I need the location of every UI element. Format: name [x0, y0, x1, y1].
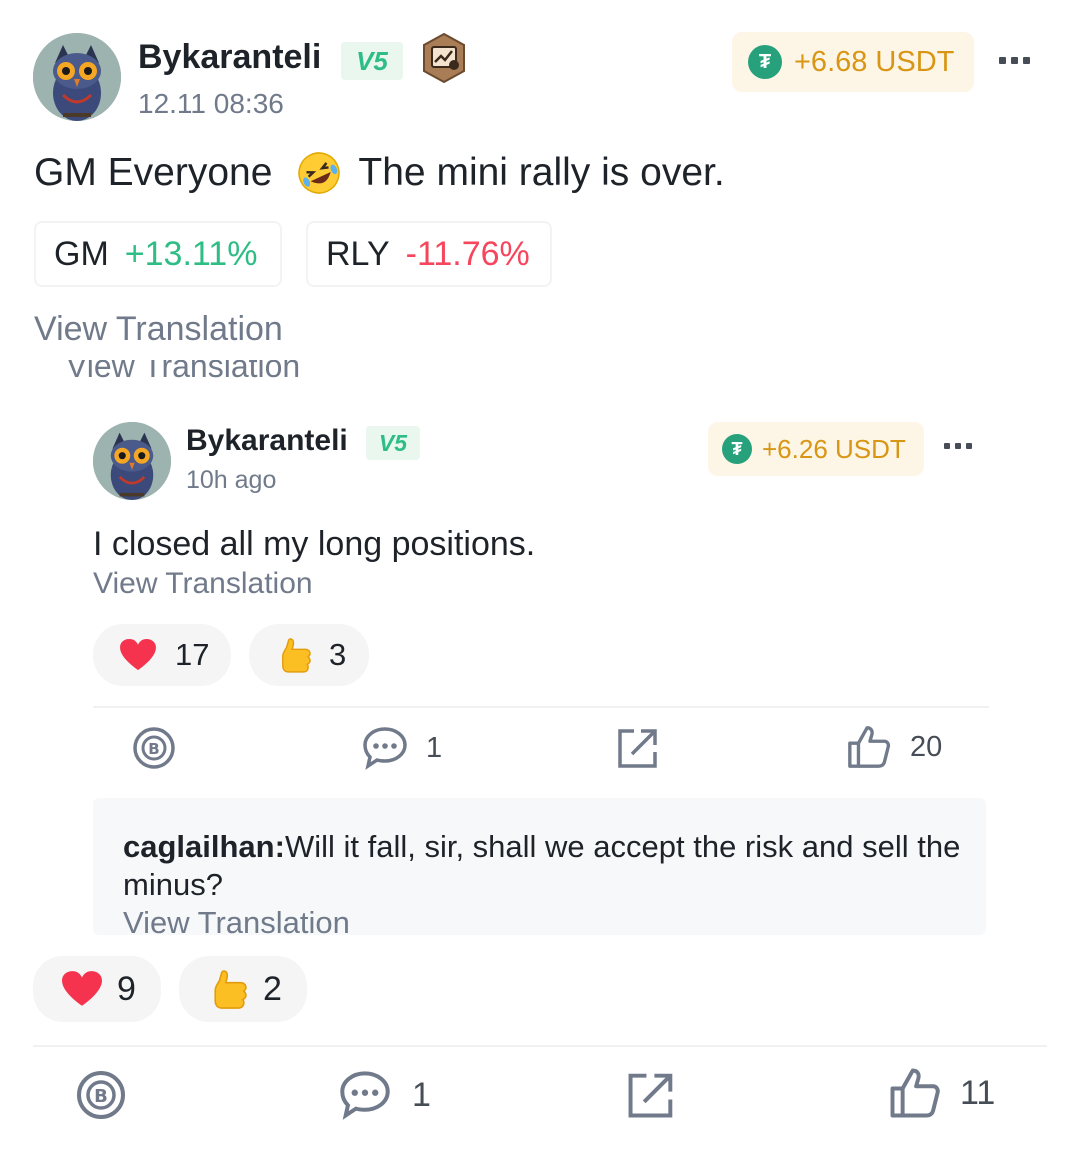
quoted-level-badge: V5: [366, 426, 420, 460]
quoted-view-translation-link[interactable]: View Translation: [93, 567, 313, 601]
author-avatar[interactable]: [33, 33, 121, 121]
quoted-thumbs-count: 3: [329, 637, 347, 672]
tip-amount: +6.68 USDT: [794, 45, 955, 78]
ticker-change: -11.76%: [405, 234, 530, 273]
view-translation-link[interactable]: View Translation: [34, 310, 283, 349]
quoted-divider: [93, 706, 989, 708]
ticker-chip-gm[interactable]: GM +13.11%: [34, 221, 282, 287]
quoted-tip-amount: +6.26 USDT: [762, 433, 906, 464]
post-text: GM Everyone The mini rally is over.: [34, 150, 725, 196]
ticker-change: +13.11%: [124, 234, 258, 273]
quoted-post[interactable]: View Translation Bykaranteli V5 10h ago …: [0, 360, 1080, 935]
quoted-author-name[interactable]: Bykaranteli: [186, 424, 348, 458]
tip-badge[interactable]: ₮ +6.68 USDT: [732, 32, 974, 92]
quoted-post-text: I closed all my long positions.: [93, 525, 536, 563]
thumbs-up-icon: [214, 970, 247, 1009]
heart-icon: [120, 638, 156, 671]
tip-coin-icon: B: [133, 727, 175, 769]
thumbs-up-outline-icon: [890, 1068, 940, 1118]
comment-view-translation-link[interactable]: View Translation: [123, 904, 963, 935]
quoted-comment-button[interactable]: 1: [362, 726, 442, 770]
author-name[interactable]: Bykaranteli: [138, 38, 321, 77]
like-button[interactable]: 11: [888, 1066, 995, 1120]
tip-button[interactable]: B: [76, 1070, 126, 1120]
quoted-tip-button[interactable]: B: [132, 726, 176, 770]
like-count: 11: [960, 1073, 996, 1112]
quoted-author-avatar[interactable]: [93, 422, 171, 500]
post-divider: [33, 1045, 1047, 1047]
level-badge: V5: [341, 42, 403, 80]
laughing-emoji-icon: [296, 150, 342, 196]
quoted-timestamp: 10h ago: [186, 466, 277, 494]
heart-reaction[interactable]: 9: [33, 956, 161, 1022]
ticker-symbol: GM: [54, 234, 109, 273]
ticker-symbol: RLY: [326, 234, 390, 273]
share-button[interactable]: [626, 1070, 676, 1120]
usdt-icon: ₮: [748, 45, 782, 79]
share-icon: [618, 729, 657, 768]
comment-icon: [340, 1071, 390, 1120]
svg-text:B: B: [148, 740, 159, 758]
more-options-icon[interactable]: [999, 57, 1030, 64]
tip-coin-icon: B: [77, 1071, 125, 1119]
heart-count: 9: [117, 969, 136, 1008]
quoted-heart-reaction[interactable]: 17: [93, 624, 231, 686]
quoted-heart-count: 17: [175, 637, 210, 672]
share-icon: [628, 1073, 673, 1118]
ticker-chip-rly[interactable]: RLY -11.76%: [306, 221, 552, 287]
quoted-thumbs-reaction[interactable]: 3: [249, 624, 369, 686]
post-timestamp: 12.11 08:36: [138, 88, 284, 119]
quoted-tip-badge[interactable]: ₮ +6.26 USDT: [708, 422, 924, 476]
usdt-icon: ₮: [722, 434, 752, 464]
comment-count: 1: [412, 1075, 431, 1114]
thumbs-count: 2: [263, 969, 282, 1008]
heart-icon: [62, 971, 102, 1006]
trader-badge-icon: [418, 32, 470, 84]
top-comment-body: caglailhan:Will it fall, sir, shall we a…: [123, 828, 963, 935]
top-comment[interactable]: caglailhan:Will it fall, sir, shall we a…: [93, 798, 986, 935]
comment-icon: [363, 727, 407, 770]
quoted-more-options-icon[interactable]: [944, 443, 972, 449]
cut-off-translation-text: View Translation: [66, 360, 301, 384]
thumbs-up-icon: [282, 638, 311, 673]
svg-text:B: B: [94, 1086, 108, 1107]
comment-author[interactable]: caglailhan:: [123, 829, 285, 864]
comment-button[interactable]: 1: [338, 1070, 431, 1120]
quoted-share-button[interactable]: [616, 726, 660, 770]
cut-off-translation: View Translation: [66, 360, 366, 393]
post-text-start: GM Everyone: [34, 151, 273, 194]
quoted-like-count: 20: [910, 730, 943, 763]
thumbs-reaction[interactable]: 2: [179, 956, 307, 1022]
quoted-like-button[interactable]: 20: [846, 724, 942, 770]
post-text-end: The mini rally is over.: [358, 151, 725, 194]
quoted-comment-count: 1: [426, 731, 443, 764]
thumbs-up-outline-icon: [848, 726, 891, 768]
